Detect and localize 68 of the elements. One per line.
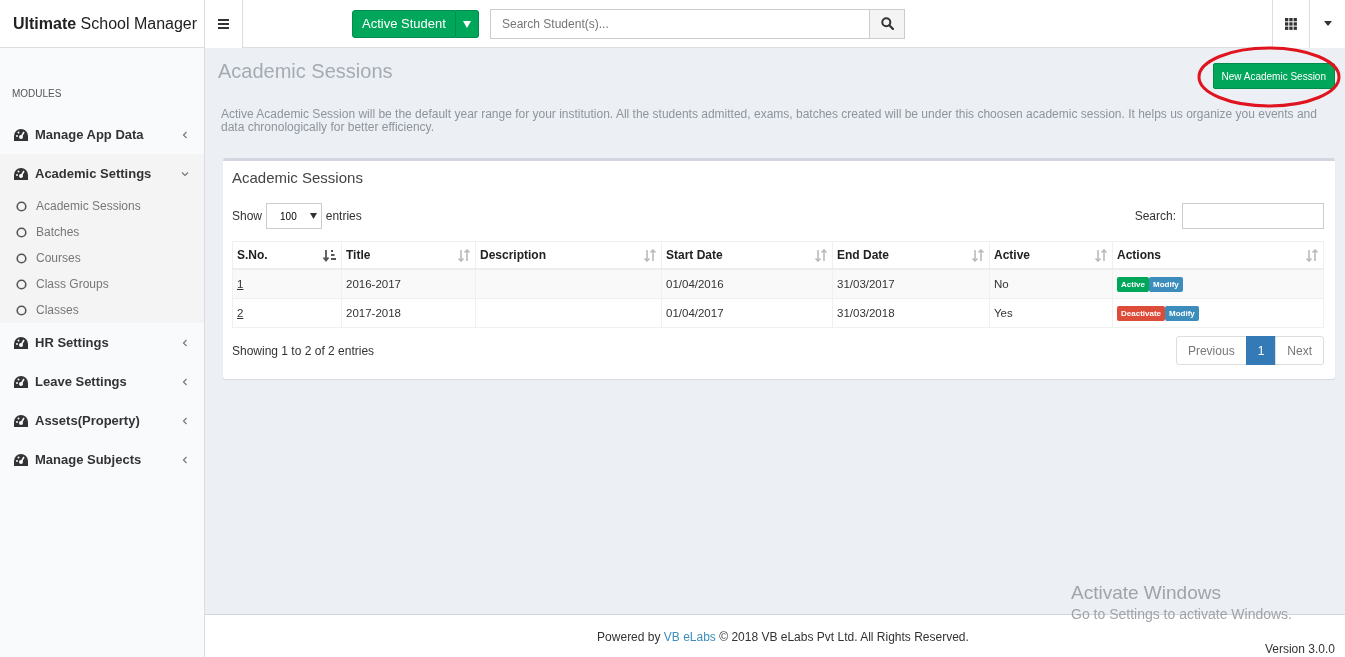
sidebar-heading: MODULES <box>11 88 63 101</box>
table-cell: Yes <box>989 298 1113 328</box>
dashboard-icon <box>14 375 28 388</box>
modify-button[interactable]: Modify <box>1165 305 1199 321</box>
search-field[interactable]: Search Student(s)... <box>490 8 870 39</box>
card-title: Academic Sessions <box>232 169 364 186</box>
table-cell: 01/04/2016 <box>661 269 833 299</box>
next-button[interactable]: Next <box>1275 336 1324 365</box>
table-cell: 01/04/2017 <box>661 298 833 328</box>
search-label: Search: <box>1134 209 1176 223</box>
dropdown-button[interactable] <box>456 9 479 38</box>
sidebar-subitem[interactable]: Classes <box>0 297 204 323</box>
app-logo-text[interactable]: Ultimate School Manager <box>13 14 198 33</box>
table-cell: No <box>989 269 1113 299</box>
chevron-down-icon <box>181 169 189 178</box>
sidebar-subitem[interactable]: Academic Sessions <box>0 193 204 219</box>
footer-text: Powered by <box>597 630 661 644</box>
circle-icon <box>16 278 27 290</box>
caret-icon <box>309 213 317 219</box>
search-icon <box>880 17 894 30</box>
entries-label: entries <box>325 209 362 223</box>
menu-icon[interactable] <box>205 0 243 48</box>
search-button[interactable] <box>870 8 905 39</box>
version-text: Version 3.0.0 <box>1264 642 1335 656</box>
table-cell: 2016-2017 <box>341 269 476 299</box>
sidebar-item[interactable]: Manage App Data <box>0 115 204 154</box>
page-title: Academic Sessions <box>218 59 393 83</box>
activation-notice-title: Activate Windows <box>1071 582 1222 604</box>
dashboard-icon <box>14 167 28 180</box>
dashboard-icon <box>14 336 28 349</box>
chevron-left-icon <box>181 377 189 386</box>
circle-icon <box>16 200 27 212</box>
show-label: Show <box>232 209 263 223</box>
row-link[interactable]: 2 <box>237 307 244 319</box>
deactivate-button[interactable]: Deactivate <box>1117 305 1166 321</box>
dashboard-icon <box>14 128 28 141</box>
page-description: Active Academic Session will be the default year range for your institution. All the students admitted, exams, batches created will be under this choosen academic session. It helps us organize you events and data chronologically for better efficiency. <box>221 108 1318 134</box>
footer-link[interactable]: VB eLabs <box>663 630 716 644</box>
sidebar-item[interactable]: Academic Settings <box>0 154 204 193</box>
copyright-text: © 2018 VB eLabs Pvt Ltd. All Rights Reserved. <box>719 630 969 644</box>
chevron-left-icon <box>181 455 189 464</box>
table-search-field[interactable] <box>1182 203 1324 229</box>
sidebar-subitem[interactable]: Batches <box>0 219 204 245</box>
sidebar-item[interactable]: Manage Subjects <box>0 440 204 479</box>
apps-grid-icon[interactable] <box>1272 0 1310 48</box>
caret-icon <box>463 21 471 28</box>
circle-icon <box>16 252 27 264</box>
table-cell: 31/03/2018 <box>832 298 990 328</box>
page-size-select[interactable]: 100 <box>266 203 322 229</box>
dashboard-icon <box>14 414 28 427</box>
table-cell: 2017-2018 <box>341 298 476 328</box>
activation-notice-text: Go to Settings to activate Windows. <box>1071 606 1292 622</box>
sidebar-subitem[interactable]: Courses <box>0 245 204 271</box>
sidebar-subitem[interactable]: Class Groups <box>0 271 204 297</box>
circle-icon <box>16 304 27 316</box>
circle-icon <box>16 226 27 238</box>
sidebar-item[interactable]: Leave Settings <box>0 362 204 401</box>
chevron-left-icon <box>181 130 189 139</box>
dashboard-icon <box>14 453 28 466</box>
chevron-left-icon <box>181 338 189 347</box>
row-link[interactable]: 1 <box>237 278 244 290</box>
table-cell: 31/03/2017 <box>832 269 990 299</box>
chevron-left-icon <box>181 416 189 425</box>
table-info: Showing 1 to 2 of 2 entries <box>232 343 375 358</box>
modify-button[interactable]: Modify <box>1149 276 1183 292</box>
sidebar-item[interactable]: HR Settings <box>0 323 204 362</box>
previous-button[interactable]: Previous <box>1175 336 1247 365</box>
sidebar-item[interactable]: Assets(Property) <box>0 401 204 440</box>
